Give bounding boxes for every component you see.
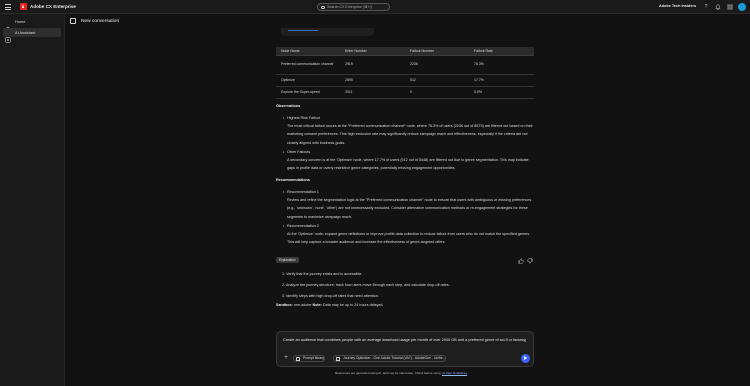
user-avatar[interactable] bbox=[738, 3, 746, 11]
table-cell: Preferred communication channel bbox=[276, 55, 340, 75]
table-cell: 2236 bbox=[405, 55, 469, 75]
top-bar: Adobe CX Enterprise Adobe Tech Insiders … bbox=[0, 0, 750, 14]
org-switcher[interactable]: Adobe Tech Insiders bbox=[659, 4, 696, 8]
table-cell: 2895 bbox=[340, 74, 405, 87]
hamburger-menu-icon[interactable] bbox=[5, 4, 11, 10]
table-cell: 512 bbox=[405, 74, 469, 87]
home-icon bbox=[5, 19, 11, 31]
thumbs-up-icon[interactable] bbox=[518, 258, 524, 264]
table-header: Enter Number bbox=[340, 47, 405, 56]
conversation-title: New conversation bbox=[81, 18, 120, 24]
sandbox-note: Sandbox: one-adobe Note: Data may be up … bbox=[276, 303, 383, 307]
prompt-composer[interactable]: Create an audience that combines people … bbox=[276, 331, 534, 367]
context-icon bbox=[336, 357, 340, 361]
observation-text: The most critical fallout occurs at the … bbox=[287, 124, 533, 145]
table-header: Fallout Number bbox=[405, 47, 469, 56]
prompt-library-label: Prompt library bbox=[303, 356, 325, 360]
footer-disclaimer: Responses are generated using AI, and ma… bbox=[335, 371, 467, 375]
journey-fallout-table: Node Name Enter Number Fallout Number Fa… bbox=[276, 47, 534, 99]
search-input[interactable] bbox=[327, 4, 389, 10]
new-conversation-icon[interactable] bbox=[70, 18, 76, 24]
app-title: Adobe CX Enterprise bbox=[30, 3, 76, 9]
sidebar-item-home[interactable]: Home bbox=[3, 17, 61, 31]
table-cell: 0.0% bbox=[469, 86, 534, 99]
table-cell: 17.7% bbox=[469, 74, 534, 87]
table-cell: Optimize bbox=[276, 74, 340, 87]
sandbox-value: one-adobe bbox=[293, 303, 312, 307]
adobe-logo-icon bbox=[20, 3, 27, 10]
send-button[interactable] bbox=[521, 354, 530, 363]
notifications-bell-icon[interactable] bbox=[715, 4, 721, 10]
context-selector-label: Journey Optimizer - One Adobe Tutorial (… bbox=[343, 356, 446, 360]
recommendations-heading: Recommendations bbox=[276, 178, 310, 182]
sidebar-item-label: AI Assistant bbox=[15, 30, 36, 35]
explanation-step: 1. Verify that the journey exists and is… bbox=[282, 272, 363, 276]
table-cell: 0 bbox=[405, 86, 469, 99]
left-sidebar: Home AI Assistant bbox=[0, 14, 65, 386]
recommendation-text: Review and refine the segmentation logic… bbox=[287, 198, 532, 219]
table-row: Explore the Super-speed 3311 0 0.0% bbox=[276, 86, 534, 99]
explanation-badge[interactable]: Explanation bbox=[276, 257, 299, 263]
explanation-step: 2. Analyze the journey structure, track … bbox=[282, 283, 450, 287]
table-cell: 2919 bbox=[340, 55, 405, 75]
explanation-step: 3. Identify steps with high drop-off rat… bbox=[282, 294, 379, 298]
observations-heading: Observations bbox=[276, 104, 301, 108]
note-label: Note: bbox=[312, 303, 322, 307]
table-row: Optimize 2895 512 17.7% bbox=[276, 74, 534, 87]
table-header: Fallout Rate bbox=[469, 47, 534, 56]
thumbs-down-icon[interactable] bbox=[527, 258, 533, 264]
table-row: Preferred communication channel 2919 223… bbox=[276, 55, 534, 75]
search-box[interactable] bbox=[317, 3, 390, 11]
sidebar-item-label: Home bbox=[15, 19, 26, 24]
sandbox-label: Sandbox: bbox=[276, 303, 293, 307]
app-switcher-grid-icon[interactable] bbox=[727, 4, 733, 10]
prompt-library-button[interactable]: Prompt library bbox=[293, 355, 326, 362]
table-header-row: Node Name Enter Number Fallout Number Fa… bbox=[276, 47, 534, 56]
prompt-input[interactable]: Create an audience that combines people … bbox=[283, 338, 531, 343]
table-cell: 76.3% bbox=[469, 55, 534, 75]
ai-assistant-icon bbox=[5, 30, 11, 43]
sidebar-item-ai-assistant[interactable]: AI Assistant bbox=[3, 28, 61, 43]
help-icon[interactable]: ? bbox=[703, 4, 709, 10]
recommendation-text: At the 'Optimize' node, expand genre def… bbox=[287, 232, 531, 245]
table-header: Node Name bbox=[276, 47, 340, 56]
library-icon bbox=[296, 357, 300, 361]
code-block-stub bbox=[281, 28, 374, 36]
disclaimer-text: Responses are generated using AI, and ma… bbox=[335, 371, 442, 375]
ai-guidelines-link[interactable]: AI User Guidelines bbox=[442, 371, 467, 375]
context-selector-button[interactable]: Journey Optimizer - One Adobe Tutorial (… bbox=[333, 355, 447, 362]
search-icon bbox=[321, 5, 325, 9]
table-cell: Explore the Super-speed bbox=[276, 86, 340, 99]
observation-text: A secondary concern is at the 'Optimize'… bbox=[287, 158, 529, 171]
table-cell: 3311 bbox=[340, 86, 405, 99]
note-value: Data may be up to 24 hours delayed. bbox=[322, 303, 384, 307]
add-attachment-icon[interactable]: + bbox=[283, 355, 289, 361]
